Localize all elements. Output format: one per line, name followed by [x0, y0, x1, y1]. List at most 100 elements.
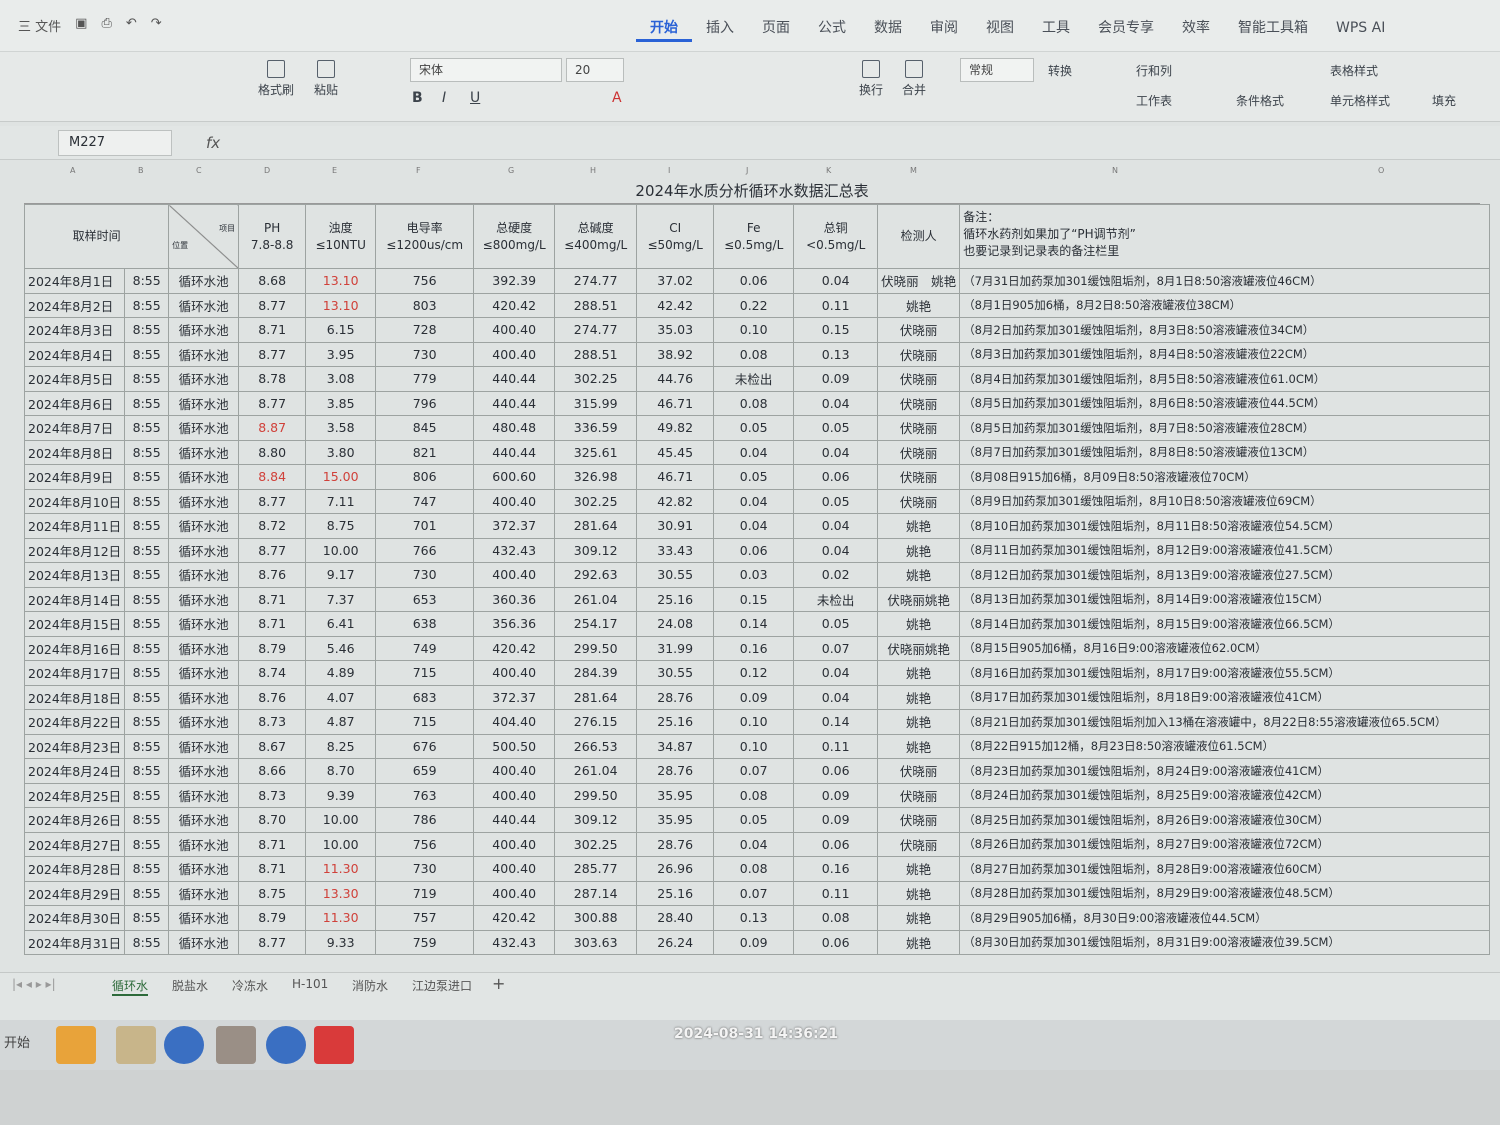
column-header-C[interactable]: C — [196, 166, 202, 175]
cell-alk[interactable]: 299.50 — [554, 635, 638, 661]
cell-time[interactable]: 8:55 — [124, 782, 170, 808]
sheet-tab-1[interactable]: 脱盐水 — [172, 977, 208, 994]
cell-ph[interactable]: 8.75 — [238, 880, 307, 906]
bold-button[interactable]: B — [412, 90, 423, 106]
column-header-D[interactable]: D — [264, 166, 270, 175]
tab-6[interactable]: 视图 — [972, 18, 1028, 42]
cell-cond[interactable]: 779 — [375, 366, 475, 392]
file-menu[interactable]: 三 文件 — [18, 16, 61, 35]
sheet-tab-0[interactable]: 循环水 — [112, 977, 149, 996]
cell-note[interactable]: （8月08日915加6桶，8月09日8:50溶液罐液位70CM） — [959, 464, 1491, 490]
cell-alk[interactable]: 292.63 — [554, 562, 638, 588]
cell-hard[interactable]: 420.42 — [473, 292, 556, 318]
cell-tur[interactable]: 5.46 — [305, 635, 377, 661]
cell-alk[interactable]: 325.61 — [554, 439, 638, 465]
header-time[interactable]: 取样时间 — [23, 204, 170, 269]
sheet-title[interactable]: 2024年水质分析循环水数据汇总表 — [24, 178, 1480, 204]
cell-date[interactable]: 2024年8月17日 — [23, 660, 126, 686]
cell-hard[interactable]: 420.42 — [473, 635, 556, 661]
cell-date[interactable]: 2024年8月14日 — [23, 586, 126, 612]
tab-11[interactable]: WPS AI — [1322, 18, 1399, 42]
cell-hard[interactable]: 500.50 — [473, 733, 556, 759]
cell-hard[interactable]: 372.37 — [473, 684, 556, 710]
cell-loc[interactable]: 循环水池 — [168, 807, 240, 833]
cell-tester[interactable]: 姚艳 — [877, 660, 961, 686]
cell-cl[interactable]: 42.82 — [636, 488, 715, 514]
header-item-location[interactable]: 项目 位置 — [168, 204, 240, 269]
cell-ph[interactable]: 8.77 — [238, 537, 307, 563]
column-header-M[interactable]: M — [910, 166, 917, 175]
cell-tester[interactable]: 伏晓丽 — [877, 464, 961, 490]
cell-tester[interactable]: 伏晓丽 — [877, 390, 961, 416]
cell-tur[interactable]: 6.15 — [305, 317, 377, 343]
cell-cu[interactable]: 0.16 — [793, 856, 879, 882]
cell-note[interactable]: （8月7日加药泵加301缓蚀阻垢剂，8月8日8:50溶液罐液位13CM） — [959, 439, 1491, 465]
cell-tester[interactable]: 伏晓丽 — [877, 758, 961, 784]
cell-cond[interactable]: 730 — [375, 341, 475, 367]
cell-cond[interactable]: 719 — [375, 880, 475, 906]
cell-alk[interactable]: 299.50 — [554, 782, 638, 808]
cell-cond[interactable]: 796 — [375, 390, 475, 416]
cell-cu[interactable]: 0.11 — [793, 292, 879, 318]
cell-time[interactable]: 8:55 — [124, 586, 170, 612]
cell-cu[interactable]: 0.09 — [793, 366, 879, 392]
cell-loc[interactable]: 循环水池 — [168, 684, 240, 710]
rows-cols-button[interactable]: 行和列 — [1136, 62, 1172, 79]
cell-ph[interactable]: 8.70 — [238, 807, 307, 833]
cell-cu[interactable]: 0.13 — [793, 341, 879, 367]
header-cu[interactable]: 总铜 <0.5mg/L — [793, 204, 879, 269]
cell-fe[interactable]: 0.22 — [713, 292, 795, 318]
cell-tur[interactable]: 15.00 — [305, 464, 377, 490]
tab-10[interactable]: 智能工具箱 — [1224, 18, 1322, 42]
cell-loc[interactable]: 循环水池 — [168, 905, 240, 931]
cell-loc[interactable]: 循环水池 — [168, 488, 240, 514]
cell-cond[interactable]: 728 — [375, 317, 475, 343]
cell-cl[interactable]: 30.91 — [636, 513, 715, 539]
cell-tur[interactable]: 13.10 — [305, 292, 377, 318]
cell-cl[interactable]: 49.82 — [636, 415, 715, 441]
cell-cl[interactable]: 46.71 — [636, 390, 715, 416]
cell-cu[interactable]: 0.04 — [793, 390, 879, 416]
cell-alk[interactable]: 284.39 — [554, 660, 638, 686]
column-header-J[interactable]: J — [746, 166, 748, 175]
cell-time[interactable]: 8:55 — [124, 709, 170, 735]
convert-button[interactable]: 转换 — [1048, 62, 1072, 79]
cell-alk[interactable]: 276.15 — [554, 709, 638, 735]
cell-time[interactable]: 8:55 — [124, 880, 170, 906]
cell-alk[interactable]: 303.63 — [554, 929, 638, 955]
cell-cl[interactable]: 24.08 — [636, 611, 715, 637]
cell-date[interactable]: 2024年8月31日 — [23, 929, 126, 955]
cell-fe[interactable]: 0.08 — [713, 341, 795, 367]
cell-date[interactable]: 2024年8月18日 — [23, 684, 126, 710]
cell-fe[interactable]: 0.09 — [713, 684, 795, 710]
cell-cl[interactable]: 46.71 — [636, 464, 715, 490]
cell-note[interactable]: （8月12日加药泵加301缓蚀阻垢剂，8月13日9:00溶液罐液位27.5CM） — [959, 562, 1491, 588]
cell-cu[interactable]: 0.06 — [793, 758, 879, 784]
cell-fe[interactable]: 0.08 — [713, 856, 795, 882]
cell-loc[interactable]: 循环水池 — [168, 586, 240, 612]
cell-hard[interactable]: 480.48 — [473, 415, 556, 441]
cell-cu[interactable]: 0.02 — [793, 562, 879, 588]
cell-cu[interactable]: 未检出 — [793, 586, 879, 612]
cell-note[interactable]: （8月11日加药泵加301缓蚀阻垢剂，8月12日9:00溶液罐液位41.5CM） — [959, 537, 1491, 563]
cell-cu[interactable]: 0.14 — [793, 709, 879, 735]
cell-alk[interactable]: 309.12 — [554, 807, 638, 833]
column-header-N[interactable]: N — [1112, 166, 1118, 175]
cell-date[interactable]: 2024年8月22日 — [23, 709, 126, 735]
name-box[interactable]: M227 — [58, 130, 172, 156]
cell-loc[interactable]: 循环水池 — [168, 880, 240, 906]
cell-time[interactable]: 8:55 — [124, 366, 170, 392]
cell-date[interactable]: 2024年8月27日 — [23, 831, 126, 857]
cell-hard[interactable]: 400.40 — [473, 660, 556, 686]
merge-button[interactable]: 合并 — [896, 60, 932, 98]
cell-cond[interactable]: 747 — [375, 488, 475, 514]
cell-alk[interactable]: 326.98 — [554, 464, 638, 490]
cell-cl[interactable]: 34.87 — [636, 733, 715, 759]
cell-cl[interactable]: 37.02 — [636, 268, 715, 294]
cell-cond[interactable]: 763 — [375, 782, 475, 808]
cell-tur[interactable]: 8.25 — [305, 733, 377, 759]
cell-cond[interactable]: 676 — [375, 733, 475, 759]
cell-tester[interactable]: 姚艳 — [877, 905, 961, 931]
cell-cl[interactable]: 44.76 — [636, 366, 715, 392]
cell-loc[interactable]: 循环水池 — [168, 660, 240, 686]
